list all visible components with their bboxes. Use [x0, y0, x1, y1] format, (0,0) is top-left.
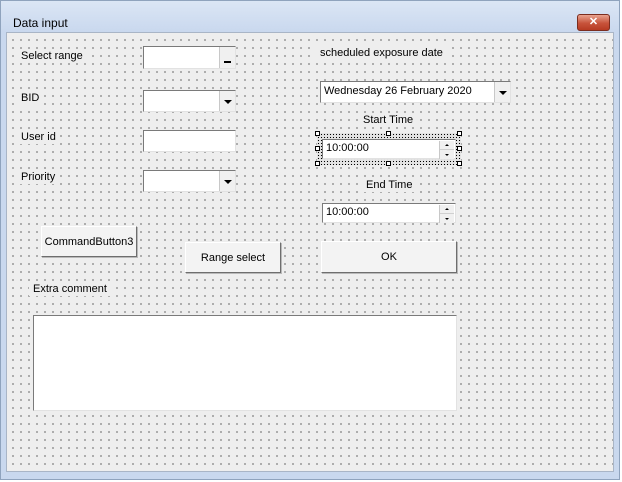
resize-handle[interactable] [386, 161, 391, 166]
chevron-down-icon [498, 91, 507, 95]
collapse-dialog-icon [224, 60, 231, 63]
start-time-spinner[interactable] [439, 141, 454, 159]
start-time-input[interactable]: 10:00:00 [322, 139, 456, 159]
priority-label: Priority [17, 170, 60, 184]
date-dropdown-button[interactable] [494, 82, 510, 102]
resize-handle[interactable] [386, 131, 391, 136]
resize-handle[interactable] [457, 146, 462, 151]
end-time-label: End Time [362, 178, 417, 192]
resize-handle[interactable] [315, 146, 320, 151]
chevron-down-icon [223, 100, 232, 104]
exposure-date-label: scheduled exposure date [316, 46, 447, 60]
command-button3[interactable]: CommandButton3 [41, 226, 137, 257]
resize-handle[interactable] [457, 131, 462, 136]
range-ref-button[interactable] [219, 47, 235, 68]
spin-up-button[interactable] [440, 205, 454, 214]
spin-down-button[interactable] [440, 214, 454, 223]
range-select-button[interactable]: Range select [185, 242, 281, 273]
select-range-label: Select range [17, 49, 87, 63]
end-time-value: 10:00:00 [326, 206, 369, 218]
chevron-down-icon [445, 217, 449, 220]
extra-comment-textarea[interactable] [33, 315, 457, 411]
chevron-up-icon [445, 144, 449, 146]
bid-dropdown-button[interactable] [219, 91, 235, 111]
priority-combobox[interactable] [143, 170, 236, 192]
title-bar[interactable]: Data input ✕ [1, 1, 619, 32]
spin-up-button[interactable] [440, 141, 454, 150]
end-time-spinner[interactable] [439, 205, 454, 223]
spin-down-button[interactable] [440, 150, 454, 159]
user-id-label: User id [17, 130, 60, 144]
close-button[interactable]: ✕ [577, 14, 610, 31]
exposure-date-value: Wednesday 26 February 2020 [324, 85, 472, 97]
resize-handle[interactable] [457, 161, 462, 166]
bid-label: BID [17, 91, 44, 105]
exposure-date-picker[interactable]: Wednesday 26 February 2020 [320, 81, 511, 103]
bid-combobox[interactable] [143, 90, 236, 112]
chevron-down-icon [445, 153, 449, 156]
window-title: Data input [13, 16, 68, 30]
chevron-up-icon [445, 208, 449, 210]
close-icon: ✕ [588, 16, 599, 28]
start-time-label: Start Time [359, 113, 418, 127]
priority-dropdown-button[interactable] [219, 171, 235, 191]
user-id-input[interactable] [143, 130, 236, 152]
resize-handle[interactable] [315, 131, 320, 136]
resize-handle[interactable] [315, 161, 320, 166]
select-range-field[interactable] [143, 46, 236, 69]
start-time-value: 10:00:00 [326, 142, 369, 154]
end-time-input[interactable]: 10:00:00 [322, 203, 456, 223]
ok-button[interactable]: OK [321, 241, 457, 273]
extra-comment-label: Extra comment [29, 282, 111, 296]
chevron-down-icon [223, 180, 232, 184]
